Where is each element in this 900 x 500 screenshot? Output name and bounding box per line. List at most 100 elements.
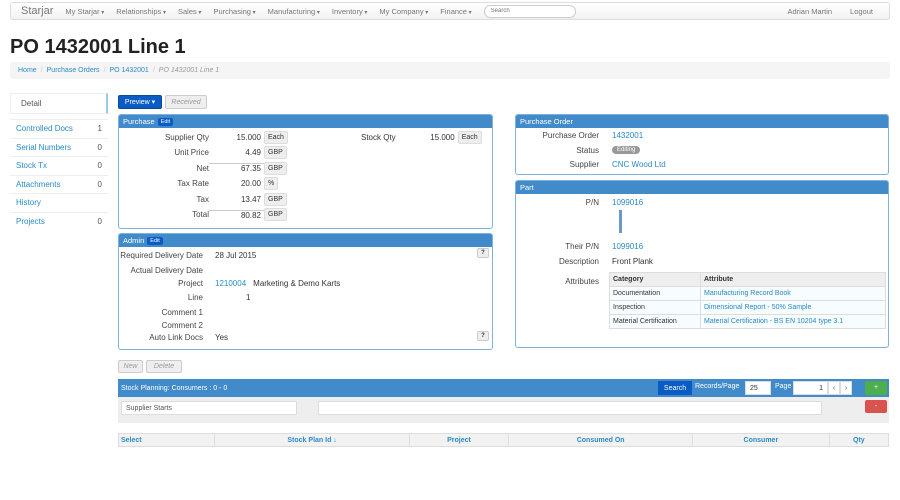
label: Attachments [16,179,61,189]
next-page-button[interactable]: › [840,381,852,395]
label: Comment 1 [161,307,203,317]
sidebar-item-projects[interactable]: Projects 0 [10,211,108,231]
supplier-link[interactable]: CNC Wood Ltd [612,160,666,169]
menu-sales[interactable]: Sales [178,7,201,16]
page-title: PO 1432001 Line 1 [10,36,186,58]
table-row: Inspection Dimensional Report - 50% Sampl… [609,300,886,315]
sidebar-item-controlled-docs[interactable]: Controlled Docs 1 [10,119,108,138]
purchase-panel: Purchase Edit Supplier Qty 15.000 Each Unit… [118,114,493,229]
stock-planning-header: Stock Planning: Consumers : 0 - 0 Search… [118,379,889,397]
sidebar-item-stock-tx[interactable]: Stock Tx 0 [10,156,108,175]
menu-my-company[interactable]: My Company [379,7,428,16]
label: P/N [585,197,599,207]
consumers-table: Select Stock Plan Id ↓ Project Consumed … [118,433,889,447]
filter-field-select[interactable]: Supplier Starts [121,401,297,415]
their-pn-link[interactable]: 1099016 [612,242,643,251]
label: Attributes [565,276,599,286]
breadcrumb-purchase-orders[interactable]: Purchase Orders [47,67,100,74]
label: Description [558,256,599,266]
menu-relationships[interactable]: Relationships [116,7,166,16]
label: Line [187,292,203,302]
sidebar-item-history[interactable]: History [10,193,108,212]
search-button[interactable]: Search [658,381,692,395]
column-header: Attribute [700,272,886,287]
label: Supplier [569,159,599,169]
column-select[interactable]: Select [118,433,216,447]
navbar: Starjar My Starjar Relationships Sales P… [10,2,890,20]
label: Status [576,145,599,155]
edit-admin-button[interactable]: Edit [147,236,163,245]
brand-logo[interactable]: Starjar [21,5,53,17]
project-link[interactable]: 1210004 [215,279,246,288]
unit: GBP [264,146,287,159]
column-consumed-on[interactable]: Consumed On [508,433,694,447]
sidebar-item-attachments[interactable]: Attachments 0 [10,174,108,194]
preview-button[interactable]: Preview ▾ [118,95,162,109]
delete-button[interactable]: Delete [146,360,182,373]
label: Serial Numbers [16,142,72,152]
edit-purchase-button[interactable]: Edit [157,117,174,126]
panel-title: Purchase Order [520,117,573,126]
label: Project [178,278,203,288]
column-qty[interactable]: Qty [829,434,888,447]
panel-title: Admin [123,236,145,245]
user-menu[interactable]: Adrian Martin [787,7,832,16]
page-label: Page [775,383,792,390]
filter-row: Supplier Starts - [118,397,889,423]
add-button[interactable]: + [865,381,887,395]
breadcrumb-home[interactable]: Home [18,67,37,74]
records-label: Records/Page [695,383,740,390]
unit: GBP [264,161,287,175]
new-button[interactable]: New [118,360,143,373]
sidebar-item-detail[interactable]: Detail [10,93,108,114]
menu-finance[interactable]: Finance [440,7,471,16]
unit-price: 4.49 [245,148,261,157]
category: Material Certification [609,314,701,329]
stock-planning-title: Stock Planning: Consumers : 0 - 0 [121,384,228,392]
label: Auto Link Docs [149,332,203,342]
prev-page-button[interactable]: ‹ [828,381,840,395]
stock-qty: 15.000 [430,132,455,142]
label: Required Delivery Date [120,250,203,260]
records-per-page-input[interactable]: 25 [745,381,771,395]
part-image[interactable] [619,210,622,233]
required-delivery-date: 28 Jul 2015 [215,250,257,260]
unit: GBP [264,192,287,206]
table-row: Material Certification Material Certifica… [609,314,886,329]
column-project[interactable]: Project [409,433,510,447]
remove-filter-button[interactable]: - [865,400,887,413]
label: Actual Delivery Date [130,265,203,275]
column-stock-plan-id[interactable]: Stock Plan Id ↓ [214,433,410,447]
admin-panel: Admin Edit Required Delivery Date 28 Jul 2… [118,233,493,350]
sidebar-item-serial-numbers[interactable]: Serial Numbers 0 [10,137,108,157]
received-button[interactable]: Received [165,95,207,109]
attribute-link[interactable]: Dimensional Report - 50% Sample [704,304,811,311]
label: Stock Qty [361,132,396,142]
column-consumer[interactable]: Consumer [692,433,830,447]
net: 67.35 [209,163,264,173]
help-icon[interactable]: ? [477,331,489,341]
menu-purchasing[interactable]: Purchasing [213,7,255,16]
filter-value-input[interactable] [318,401,822,415]
part-panel: Part P/N 1099016 Their P/N 1099016 Descrip… [515,180,889,348]
menu-my-starjar[interactable]: My Starjar [65,7,104,16]
menu-manufacturing[interactable]: Manufacturing [268,7,320,16]
auto-link-value: Yes [215,332,229,342]
part-number-link[interactable]: 1099016 [612,198,643,207]
purchase-order-link[interactable]: 1432001 [612,131,643,140]
line-value: 1 [246,292,251,302]
search-input[interactable] [483,4,576,18]
attribute-link[interactable]: Material Certification - BS EN 10204 typ… [704,318,843,325]
unit: Each [264,130,288,144]
label: Supplier Qty [164,132,209,142]
attribute-link[interactable]: Manufacturing Record Book [704,290,791,297]
category: Documentation [609,286,701,301]
logout-link[interactable]: Logout [850,7,873,16]
breadcrumb-po[interactable]: PO 1432001 [110,67,149,74]
help-icon[interactable]: ? [477,248,489,258]
page-input[interactable]: 1 [793,381,828,395]
menu-inventory[interactable]: Inventory [332,7,368,16]
panel-title: Part [520,183,534,192]
table-row: Documentation Manufacturing Record Book [609,286,886,301]
label: Purchase Order [542,130,599,140]
